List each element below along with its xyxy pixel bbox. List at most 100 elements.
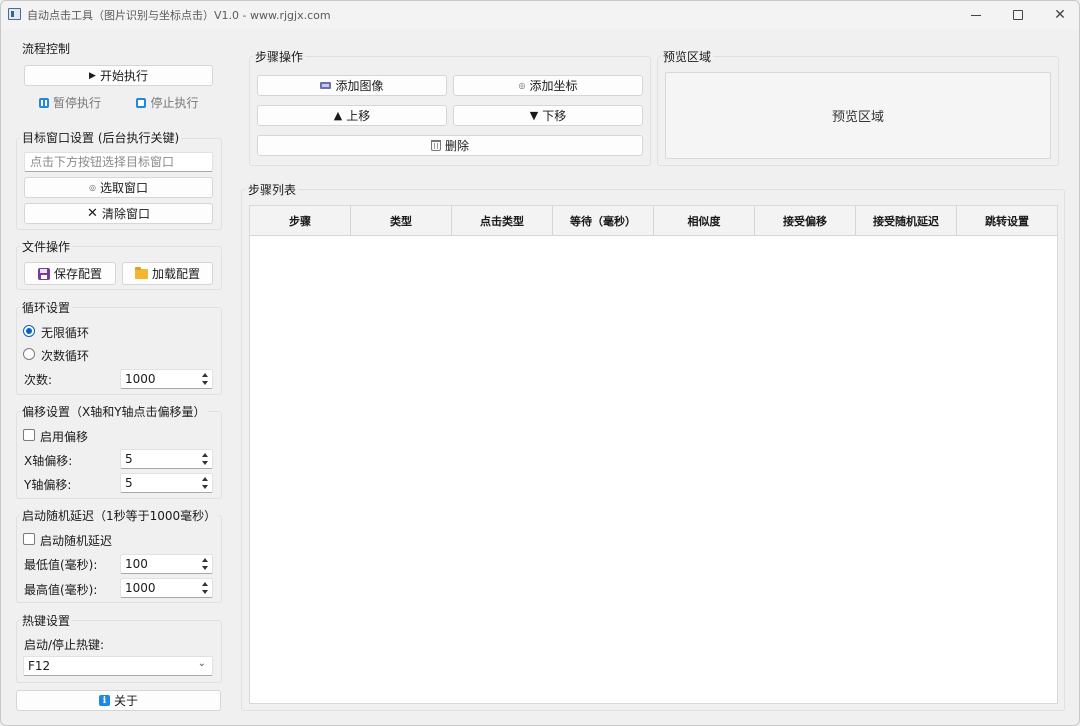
infinite-loop-label: 无限循环 — [41, 326, 90, 340]
clear-window-button[interactable]: ✕ 清除窗口 — [24, 203, 213, 224]
pause-button[interactable]: 暂停执行 — [24, 92, 116, 113]
hotkey-value: F12 — [28, 659, 51, 673]
step-list-title: 步骤列表 — [246, 181, 299, 198]
load-config-label: 加载配置 — [151, 267, 200, 281]
load-config-button[interactable]: 加载配置 — [122, 262, 213, 285]
delete-button[interactable]: 删除 — [257, 135, 643, 156]
step-operations-title: 步骤操作 — [253, 48, 306, 65]
hotkey-label: 启动/停止热键: — [24, 638, 105, 652]
random-delay-title: 启动随机延迟（1秒等于1000毫秒） — [20, 507, 219, 524]
target-icon: ◎ — [89, 183, 96, 192]
loop-count-spinbox[interactable]: 1000 — [120, 369, 213, 389]
delay-min-spinbox[interactable]: 100 — [120, 554, 213, 574]
move-down-label: 下移 — [542, 109, 567, 123]
spin-arrows-icon[interactable] — [202, 556, 210, 572]
delay-max-label: 最高值(毫秒): — [24, 583, 98, 597]
target-window-input[interactable]: 点击下方按钮选择目标窗口 — [24, 152, 213, 172]
about-button[interactable]: i 关于 — [16, 690, 221, 711]
info-icon: i — [98, 695, 110, 706]
spin-arrows-icon[interactable] — [202, 371, 210, 387]
spin-arrows-icon[interactable] — [202, 580, 210, 596]
start-button[interactable]: ▶ 开始执行 — [24, 65, 213, 86]
stop-icon — [136, 97, 147, 108]
enable-offset-checkbox[interactable] — [23, 429, 35, 441]
column-header-click-type[interactable]: 点击类型 — [452, 206, 553, 236]
move-down-button[interactable]: ▼ 下移 — [453, 105, 643, 126]
delay-min-label: 最低值(毫秒): — [24, 558, 98, 572]
stop-button[interactable]: 停止执行 — [122, 92, 213, 113]
clear-window-label: 清除窗口 — [101, 207, 150, 221]
move-up-label: 上移 — [346, 109, 371, 123]
count-loop-radio[interactable] — [23, 348, 35, 360]
maximize-icon — [1013, 10, 1023, 20]
hotkey-select[interactable]: F12 ⌄ — [23, 656, 213, 676]
preview-text: 预览区域 — [831, 110, 884, 125]
loop-settings-title: 循环设置 — [20, 299, 73, 316]
column-header-accept-delay[interactable]: 接受随机延迟 — [856, 206, 957, 236]
folder-icon — [134, 266, 148, 279]
count-loop-label: 次数循环 — [41, 349, 90, 363]
column-header-similarity[interactable]: 相似度 — [654, 206, 755, 236]
delay-max-spinbox[interactable]: 1000 — [120, 578, 213, 598]
flow-control-title: 流程控制 — [20, 40, 73, 57]
save-config-button[interactable]: 保存配置 — [24, 262, 116, 285]
move-up-button[interactable]: ▲ 上移 — [257, 105, 447, 126]
loop-count-value: 1000 — [125, 372, 156, 386]
x-offset-spinbox[interactable]: 5 — [120, 449, 213, 469]
x-offset-label: X轴偏移: — [24, 454, 73, 468]
pause-button-label: 暂停执行 — [52, 96, 101, 110]
add-image-button[interactable]: 添加图像 — [257, 75, 447, 96]
play-icon: ▶ — [89, 70, 96, 81]
target-window-title: 目标窗口设置 (后台执行关键) — [20, 129, 182, 146]
start-button-label: 开始执行 — [99, 69, 148, 83]
preview-area: 预览区域 — [665, 72, 1051, 159]
minimize-button[interactable] — [955, 1, 997, 29]
app-window: 自动点击工具（图片识别与坐标点击）V1.0 - www.rjgjx.com ✕ … — [0, 0, 1080, 726]
delay-min-value: 100 — [125, 557, 148, 571]
app-icon — [8, 8, 21, 20]
select-window-label: 选取窗口 — [99, 181, 148, 195]
maximize-button[interactable] — [997, 1, 1039, 29]
save-config-label: 保存配置 — [53, 267, 102, 281]
infinite-loop-radio[interactable] — [23, 325, 35, 337]
arrow-down-icon: ▼ — [529, 109, 539, 122]
enable-delay-label: 启动随机延迟 — [40, 534, 113, 548]
pause-icon — [38, 97, 49, 108]
spin-arrows-icon[interactable] — [202, 475, 210, 491]
clear-icon: ✕ — [87, 206, 98, 221]
column-header-accept-offset[interactable]: 接受偏移 — [755, 206, 856, 236]
y-offset-spinbox[interactable]: 5 — [120, 473, 213, 493]
y-offset-value: 5 — [125, 476, 133, 490]
stop-button-label: 停止执行 — [150, 96, 199, 110]
y-offset-label: Y轴偏移: — [24, 478, 72, 492]
close-button[interactable]: ✕ — [1039, 1, 1079, 29]
column-header-wait[interactable]: 等待（毫秒） — [553, 206, 654, 236]
target-icon: ◎ — [518, 81, 526, 90]
chevron-down-icon: ⌄ — [197, 658, 206, 669]
delete-label: 删除 — [444, 139, 469, 153]
enable-offset-label: 启用偏移 — [40, 430, 89, 444]
file-operations-title: 文件操作 — [20, 238, 73, 255]
column-header-step[interactable]: 步骤 — [250, 206, 351, 236]
minimize-icon — [971, 14, 981, 16]
trash-icon — [430, 140, 441, 151]
title-bar: 自动点击工具（图片识别与坐标点击）V1.0 - www.rjgjx.com ✕ — [1, 1, 1079, 29]
save-icon — [37, 267, 50, 280]
spin-arrows-icon[interactable] — [202, 451, 210, 467]
close-icon: ✕ — [1054, 7, 1066, 23]
preview-title: 预览区域 — [661, 48, 714, 65]
select-window-button[interactable]: ◎ 选取窗口 — [24, 177, 213, 198]
window-title: 自动点击工具（图片识别与坐标点击）V1.0 - www.rjgjx.com — [27, 9, 331, 22]
column-header-type[interactable]: 类型 — [351, 206, 452, 236]
step-table[interactable]: 步骤 类型 点击类型 等待（毫秒） 相似度 接受偏移 接受随机延迟 跳转设置 — [249, 205, 1058, 704]
hotkey-title: 热键设置 — [20, 612, 73, 629]
about-label: 关于 — [113, 694, 138, 708]
delay-max-value: 1000 — [125, 581, 156, 595]
table-header: 步骤 类型 点击类型 等待（毫秒） 相似度 接受偏移 接受随机延迟 跳转设置 — [250, 206, 1057, 236]
add-coordinate-button[interactable]: ◎ 添加坐标 — [453, 75, 643, 96]
add-coordinate-label: 添加坐标 — [529, 79, 578, 93]
arrow-up-icon: ▲ — [333, 109, 343, 122]
enable-delay-checkbox[interactable] — [23, 533, 35, 545]
column-header-jump[interactable]: 跳转设置 — [957, 206, 1057, 236]
loop-count-label: 次数: — [24, 373, 53, 387]
